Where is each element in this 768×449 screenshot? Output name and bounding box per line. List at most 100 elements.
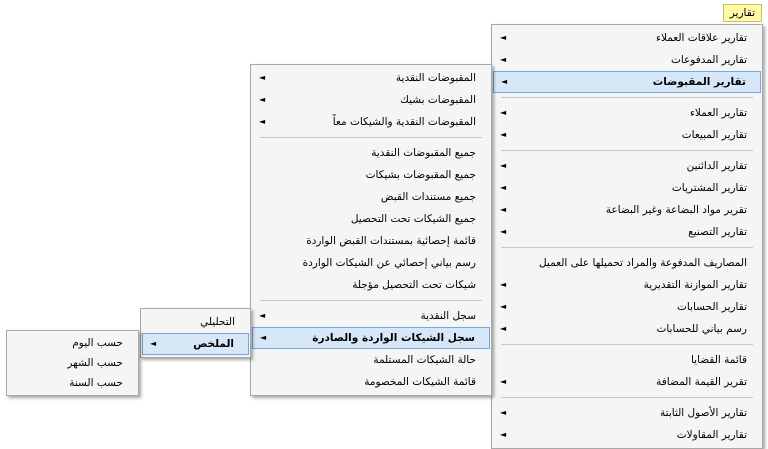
menu-item-label: قائمة القضايا bbox=[690, 354, 747, 366]
menu-item-label: حسب السنة bbox=[69, 377, 123, 389]
menu-item-label: تقارير الدائنين bbox=[686, 160, 747, 172]
menu-item-crm-reports[interactable]: تقارير علاقات العملاء ◄ bbox=[493, 27, 761, 49]
menu-item-cash-receipts[interactable]: المقبوضات النقدية ◄ bbox=[252, 67, 490, 89]
menu-item-discounted-checks-list[interactable]: قائمة الشيكات المخصومة bbox=[252, 371, 490, 393]
submenu-arrow-icon: ◄ bbox=[500, 302, 507, 311]
submenu-arrow-icon: ◄ bbox=[500, 430, 507, 439]
menu-item-manufacturing-reports[interactable]: تقارير التصنيع ◄ bbox=[493, 221, 761, 243]
menu-item-label: جميع مستندات القبض bbox=[380, 191, 476, 203]
menu-item-label: الملخص bbox=[193, 338, 234, 350]
menu-item-label: تقارير الموازنة التقديرية bbox=[643, 279, 747, 291]
menu-item-sales-reports[interactable]: تقارير المبيعات ◄ bbox=[493, 124, 761, 146]
menu-item-analytical[interactable]: التحليلي bbox=[142, 311, 249, 333]
menu-item-label: جميع المقبوضات النقدية bbox=[371, 147, 476, 159]
submenu-arrow-icon: ◄ bbox=[500, 324, 507, 333]
menu-item-summary[interactable]: الملخص ◄ bbox=[142, 333, 249, 355]
menu-item-customers-reports[interactable]: تقارير العملاء ◄ bbox=[493, 102, 761, 124]
menu-item-label: تقارير المقبوضات bbox=[652, 76, 746, 88]
menu-item-vat-report[interactable]: تقرير القيمة المضافة ◄ bbox=[493, 371, 761, 393]
submenu-arrow-icon: ◄ bbox=[501, 77, 508, 86]
menu-item-all-receipt-documents[interactable]: جميع مستندات القبض bbox=[252, 186, 490, 208]
menu-separator bbox=[501, 97, 753, 98]
menu-item-label: جميع المقبوضات بشيكات bbox=[365, 169, 476, 181]
menu-item-label: المقبوضات النقدية bbox=[395, 72, 476, 84]
receipts-submenu: المقبوضات النقدية ◄ المقبوضات بشيك ◄ المقب… bbox=[250, 64, 492, 396]
submenu-arrow-icon: ◄ bbox=[259, 117, 266, 126]
menu-separator bbox=[501, 150, 753, 151]
reports-dropdown: تقارير علاقات العملاء ◄ تقارير المدفوعات ◄… bbox=[491, 24, 763, 449]
submenu-arrow-icon: ◄ bbox=[259, 95, 266, 104]
menu-item-label: رسم بياني إحصائي عن الشيكات الواردة bbox=[302, 257, 476, 269]
menu-separator bbox=[260, 300, 482, 301]
submenu-arrow-icon: ◄ bbox=[500, 205, 507, 214]
submenu-arrow-icon: ◄ bbox=[500, 55, 507, 64]
submenu-arrow-icon: ◄ bbox=[259, 311, 266, 320]
menu-item-label: تقارير العملاء bbox=[689, 107, 747, 119]
summary-submenu: حسب اليوم حسب الشهر حسب السنة bbox=[6, 330, 139, 396]
menu-item-by-month[interactable]: حسب الشهر bbox=[8, 353, 137, 373]
submenu-arrow-icon: ◄ bbox=[500, 227, 507, 236]
menu-item-label: المقبوضات بشيك bbox=[400, 94, 476, 106]
menu-item-billable-expenses[interactable]: المصاريف المدفوعة والمراد تحميلها على ال… bbox=[493, 252, 761, 274]
menu-item-all-cash-receipts[interactable]: جميع المقبوضات النقدية bbox=[252, 142, 490, 164]
menu-item-label: سجل الشيكات الواردة والصادرة bbox=[312, 332, 475, 344]
submenu-arrow-icon: ◄ bbox=[500, 377, 507, 386]
submenu-arrow-icon: ◄ bbox=[500, 33, 507, 42]
menu-item-label: تقارير علاقات العملاء bbox=[656, 32, 747, 44]
menu-item-by-day[interactable]: حسب اليوم bbox=[8, 333, 137, 353]
menu-item-fixed-assets-reports[interactable]: تقارير الأصول الثابتة ◄ bbox=[493, 402, 761, 424]
menu-item-all-checks-under-collection[interactable]: جميع الشيكات تحت التحصيل bbox=[252, 208, 490, 230]
menu-item-payments-reports[interactable]: تقارير المدفوعات ◄ bbox=[493, 49, 761, 71]
menu-separator bbox=[501, 397, 753, 398]
menu-item-label: المقبوضات النقدية والشيكات معاً bbox=[332, 116, 476, 128]
menu-item-label: تقرير القيمة المضافة bbox=[656, 376, 747, 388]
menu-item-label: المصاريف المدفوعة والمراد تحميلها على ال… bbox=[538, 257, 747, 269]
menu-item-label: تقارير التصنيع bbox=[688, 226, 747, 238]
menu-item-all-check-receipts[interactable]: جميع المقبوضات بشيكات bbox=[252, 164, 490, 186]
menu-item-label: جميع الشيكات تحت التحصيل bbox=[350, 213, 476, 225]
menu-item-budget-reports[interactable]: تقارير الموازنة التقديرية ◄ bbox=[493, 274, 761, 296]
menu-item-purchases-reports[interactable]: تقارير المشتريات ◄ bbox=[493, 177, 761, 199]
menu-item-cash-register[interactable]: سجل النقدية ◄ bbox=[252, 305, 490, 327]
submenu-arrow-icon: ◄ bbox=[259, 73, 266, 82]
submenu-arrow-icon: ◄ bbox=[500, 130, 507, 139]
submenu-arrow-icon: ◄ bbox=[500, 183, 507, 192]
submenu-arrow-icon: ◄ bbox=[500, 408, 507, 417]
menu-item-goods-materials-report[interactable]: تقرير مواد البضاعة وغير البضاعة ◄ bbox=[493, 199, 761, 221]
menu-separator bbox=[501, 247, 753, 248]
menu-item-cash-and-check-receipts[interactable]: المقبوضات النقدية والشيكات معاً ◄ bbox=[252, 111, 490, 133]
menu-item-contracting-reports[interactable]: تقارير المقاولات ◄ bbox=[493, 424, 761, 446]
menu-item-by-year[interactable]: حسب السنة bbox=[8, 373, 137, 393]
menu-item-label: تقرير مواد البضاعة وغير البضاعة bbox=[605, 204, 747, 216]
menu-item-cases-list[interactable]: قائمة القضايا bbox=[493, 349, 761, 371]
menu-item-check-receipts[interactable]: المقبوضات بشيك ◄ bbox=[252, 89, 490, 111]
menu-item-label: قائمة الشيكات المخصومة bbox=[364, 376, 476, 388]
menu-item-label: حسب اليوم bbox=[72, 337, 123, 349]
menu-item-checks-register[interactable]: سجل الشيكات الواردة والصادرة ◄ bbox=[252, 327, 490, 349]
menu-separator bbox=[501, 344, 753, 345]
menu-item-label: التحليلي bbox=[200, 316, 235, 328]
menu-item-label: شيكات تحت التحصيل مؤجلة bbox=[352, 279, 476, 291]
menu-item-creditors-reports[interactable]: تقارير الدائنين ◄ bbox=[493, 155, 761, 177]
menu-item-label: تقارير المدفوعات bbox=[670, 54, 747, 66]
menu-item-accounts-reports[interactable]: تقارير الحسابات ◄ bbox=[493, 296, 761, 318]
submenu-arrow-icon: ◄ bbox=[500, 280, 507, 289]
menu-item-label: تقارير المبيعات bbox=[681, 129, 747, 141]
menu-item-label: حالة الشيكات المستلمة bbox=[373, 354, 476, 366]
submenu-arrow-icon: ◄ bbox=[500, 108, 507, 117]
menu-item-label: قائمة إحصائية بمستندات القبض الواردة bbox=[306, 235, 476, 247]
menu-item-received-checks-status[interactable]: حالة الشيكات المستلمة bbox=[252, 349, 490, 371]
menu-item-label: تقارير الأصول الثابتة bbox=[660, 407, 747, 419]
menu-item-receipt-statistics-list[interactable]: قائمة إحصائية بمستندات القبض الواردة bbox=[252, 230, 490, 252]
menu-item-incoming-checks-chart[interactable]: رسم بياني إحصائي عن الشيكات الواردة bbox=[252, 252, 490, 274]
menu-item-postdated-checks[interactable]: شيكات تحت التحصيل مؤجلة bbox=[252, 274, 490, 296]
menu-item-accounts-chart[interactable]: رسم بياني للحسابات ◄ bbox=[493, 318, 761, 340]
checks-register-submenu: التحليلي الملخص ◄ bbox=[140, 308, 251, 358]
menu-item-label: تقارير المشتريات bbox=[671, 182, 747, 194]
submenu-arrow-icon: ◄ bbox=[500, 161, 507, 170]
menu-item-label: سجل النقدية bbox=[420, 310, 476, 322]
menu-item-label: تقارير الحسابات bbox=[676, 301, 747, 313]
menu-reports[interactable]: تقارير bbox=[722, 4, 762, 22]
menu-item-receipts-reports[interactable]: تقارير المقبوضات ◄ bbox=[493, 71, 761, 93]
menu-separator bbox=[260, 137, 482, 138]
